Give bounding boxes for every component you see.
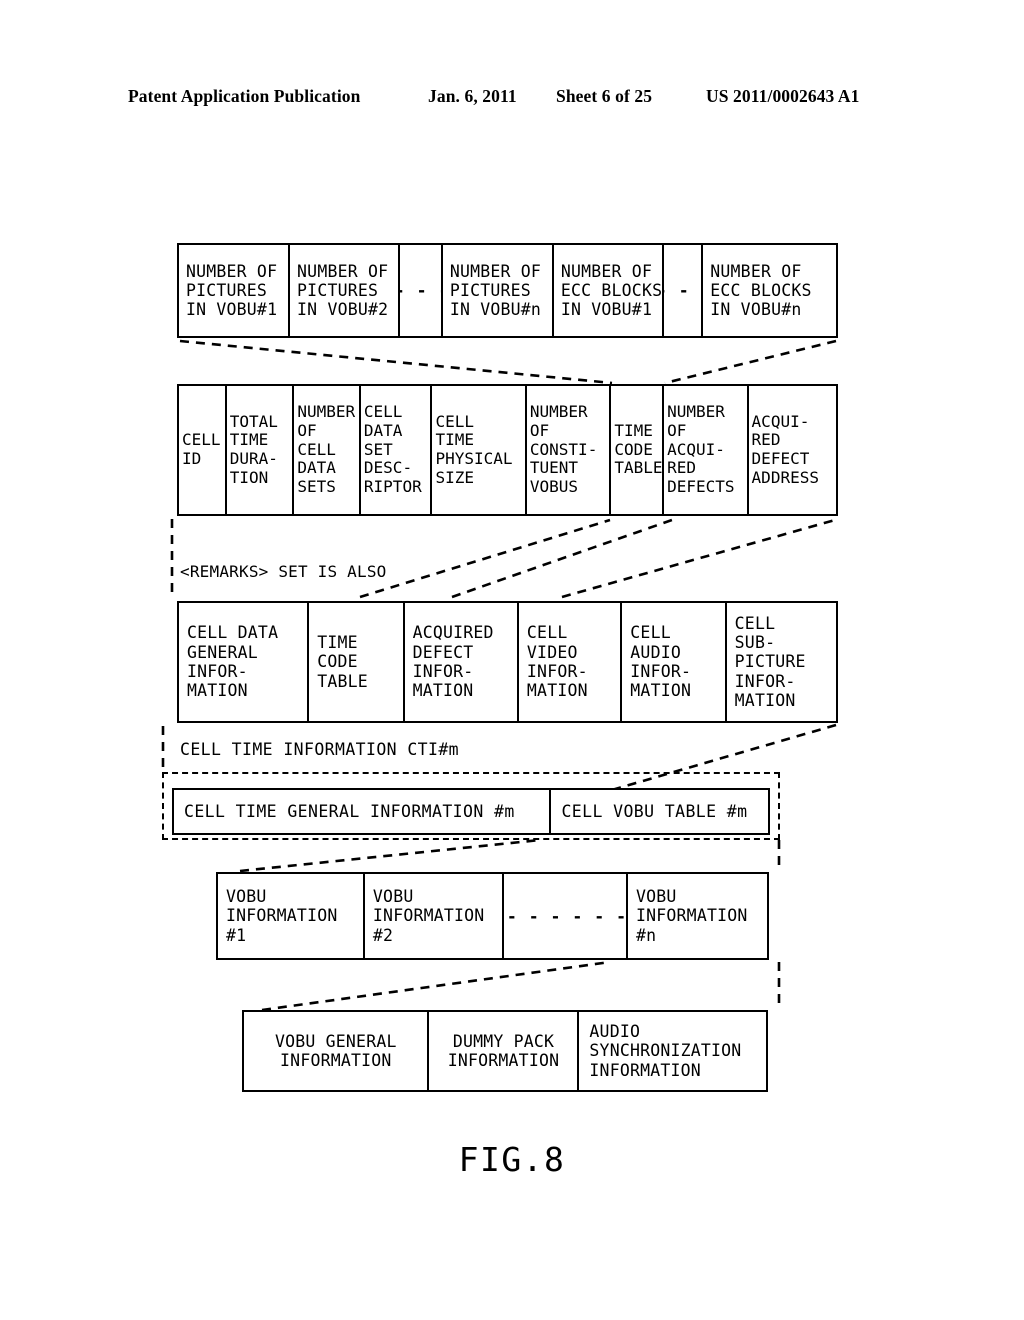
- ellipsis-dashes: - - -: [664, 281, 701, 300]
- connector-t2-c: [561, 518, 836, 599]
- table-cell: CELL DATA GENERAL INFOR- MATION: [179, 603, 310, 721]
- table-cell: CELL ID: [179, 386, 227, 514]
- cell-data-set-descriptor-table: CELL ID TOTAL TIME DURA- TION NUMBER OF …: [177, 384, 838, 516]
- table-cell: NUMBER OF ECC BLOCKS IN VOBU#n: [710, 261, 812, 320]
- table-cell: CELL VIDEO INFOR- MATION: [519, 603, 623, 721]
- table-cell: NUMBER OF ECC BLOCKS IN VOBU#1: [554, 245, 665, 336]
- table-cell: NUMBER OF ACQUI- RED DEFECTS: [664, 386, 749, 514]
- vobu-general-information-table: VOBU GENERAL INFORMATION DUMMY PACK INFO…: [242, 1010, 768, 1092]
- table-cell: VOBU INFORMATION #2: [365, 874, 504, 958]
- ellipsis-cell: - - -: [400, 245, 443, 336]
- connector-t5-a: [261, 960, 611, 1012]
- table-cell: TIME CODE TABLE: [309, 603, 405, 721]
- table-cell: DUMMY PACK INFORMATION: [429, 1012, 580, 1090]
- connector-t1-right: [664, 339, 837, 385]
- connector-t4-a: [239, 838, 541, 873]
- ellipsis-dashes: - - - - - - - -: [506, 906, 628, 926]
- table-cell: ACQUI- RED DEFECT ADDRESS: [751, 411, 819, 487]
- vobu-information-table: VOBU INFORMATION #1 VOBU INFORMATION #2 …: [216, 872, 769, 960]
- table-cell: ACQUIRED DEFECT INFOR- MATION: [405, 603, 519, 721]
- table-cell: CELL TIME GENERAL INFORMATION #m: [174, 790, 552, 833]
- table-cell: NUMBER OF PICTURES IN VOBU#2: [290, 245, 401, 336]
- table-cell: NUMBER OF CONSTI- TUENT VOBUS: [527, 386, 612, 514]
- remarks-line-1: <REMARKS> SET IS ALSO: [180, 562, 387, 582]
- vobu-picture-ecc-table: NUMBER OF PICTURES IN VOBU#1 NUMBER OF P…: [177, 243, 838, 338]
- table-cell: TOTAL TIME DURA- TION: [227, 386, 295, 514]
- table-cell: CELL SUB- PICTURE INFOR- MATION: [734, 613, 806, 710]
- connector-t1-left: [179, 339, 613, 385]
- figure-8-diagram: NUMBER OF PICTURES IN VOBU#1 NUMBER OF P…: [0, 0, 1024, 1320]
- table-cell: NUMBER OF PICTURES IN VOBU#1: [179, 245, 291, 336]
- ellipsis-cell: - - - - - - - -: [504, 874, 629, 958]
- ellipsis-dashes: - - -: [400, 281, 441, 300]
- table-cell: CELL AUDIO INFOR- MATION: [622, 603, 727, 721]
- table-cell: NUMBER OF PICTURES IN VOBU#n: [443, 245, 554, 336]
- figure-caption: FIG.8: [458, 1140, 566, 1179]
- table-cell: CELL DATA SET DESC- RIPTOR: [361, 386, 433, 514]
- table-cell: VOBU INFORMATION #n: [636, 887, 748, 945]
- cell-time-information-label: CELL TIME INFORMATION CTI#m: [180, 740, 460, 759]
- table-cell: TIME CODE TABLE: [611, 386, 665, 514]
- table-cell: VOBU INFORMATION #1: [218, 874, 365, 958]
- table-cell: CELL VOBU TABLE #m: [561, 801, 748, 821]
- table-cell: CELL TIME PHYSICAL SIZE: [432, 386, 527, 514]
- cell-time-information-table: CELL TIME GENERAL INFORMATION #m CELL VO…: [172, 788, 770, 835]
- table-cell: AUDIO SYNCHRONIZATION INFORMATION: [589, 1022, 742, 1080]
- cell-information-table: CELL DATA GENERAL INFOR- MATION TIME COD…: [177, 601, 838, 723]
- table-cell: VOBU GENERAL INFORMATION: [244, 1012, 429, 1090]
- ellipsis-cell: - - -: [664, 245, 704, 336]
- table-cell: NUMBER OF CELL DATA SETS: [294, 386, 361, 514]
